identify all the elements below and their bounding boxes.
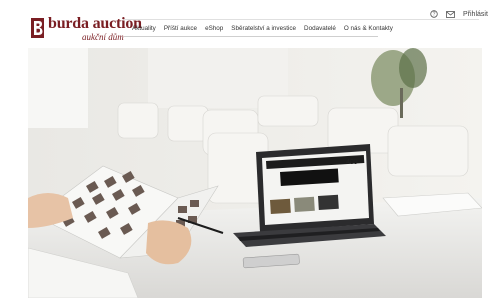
logo-b-icon[interactable]	[31, 18, 44, 38]
nav-item-pristi-aukce[interactable]: Příští aukce	[164, 25, 197, 32]
nav-item-o-nas[interactable]: O nás & Kontakty	[344, 25, 393, 32]
nav-item-dodavatele[interactable]: Dodavatelé	[304, 25, 336, 32]
screen-number: 409	[346, 159, 358, 166]
brand-name[interactable]: burda auction	[48, 15, 142, 33]
hero-image: 409	[28, 48, 482, 298]
site-header: burda auction aukční dům ? Přihlásit Akt…	[0, 0, 489, 48]
brand-tagline: aukční dům	[82, 32, 124, 42]
top-divider	[124, 19, 479, 20]
nav-divider	[124, 36, 378, 37]
nav-item-eshop[interactable]: eShop	[205, 25, 223, 32]
svg-text:?: ?	[433, 12, 436, 18]
nav-item-sberatelstvi[interactable]: Sběratelství a investice	[231, 25, 296, 32]
main-nav: Aktuality Příští aukce eShop Sběratelstv…	[132, 25, 393, 32]
nav-item-aktuality[interactable]: Aktuality	[132, 25, 156, 32]
page: burda auction aukční dům ? Přihlásit Akt…	[0, 0, 489, 303]
